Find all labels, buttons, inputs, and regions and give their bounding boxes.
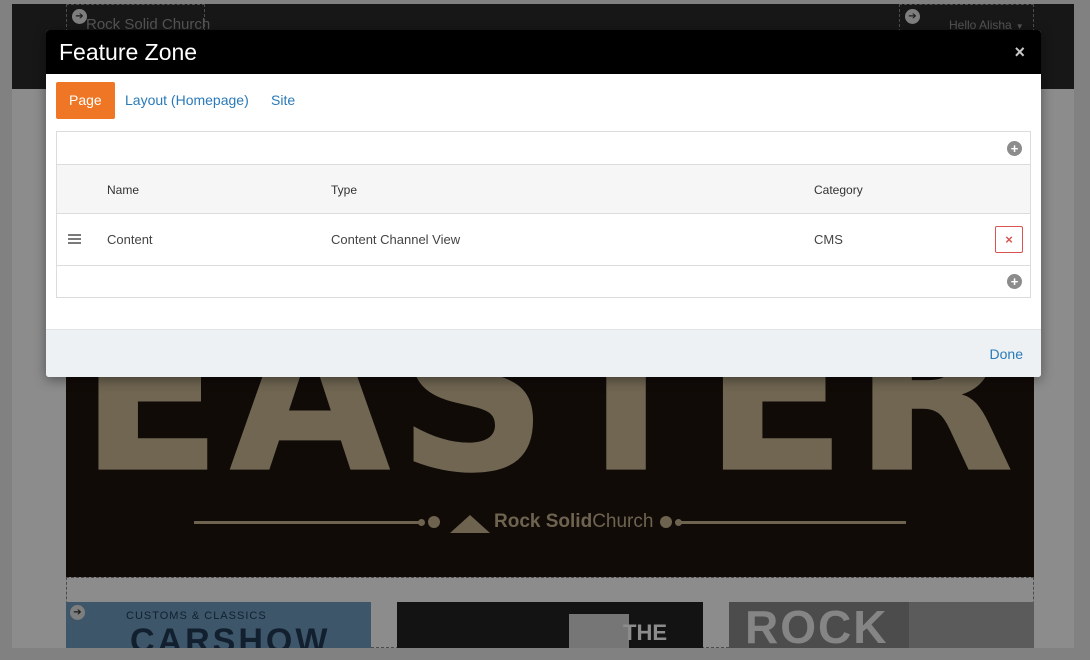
modal-title: Feature Zone: [59, 39, 198, 65]
delete-button[interactable]: ×: [995, 226, 1023, 253]
cell-category: CMS: [814, 232, 843, 247]
tab-page[interactable]: Page: [56, 82, 115, 119]
grid-footer: +: [57, 266, 1030, 297]
tab-layout[interactable]: Layout (Homepage): [125, 82, 249, 119]
drag-handle-icon[interactable]: [68, 234, 81, 244]
add-circle-icon[interactable]: +: [1007, 274, 1022, 289]
done-button[interactable]: Done: [990, 346, 1023, 362]
feature-zone-modal: Feature Zone × Page Layout (Homepage) Si…: [46, 30, 1041, 377]
column-header-name[interactable]: Name: [107, 183, 139, 197]
cell-type: Content Channel View: [331, 232, 461, 247]
modal-footer: Done: [46, 329, 1041, 377]
column-header-type[interactable]: Type: [331, 183, 357, 197]
blocks-grid: + Name Type Category Content Content Cha…: [56, 131, 1031, 298]
grid-toolbar: +: [57, 132, 1030, 165]
close-icon[interactable]: ×: [1014, 42, 1025, 62]
add-circle-icon[interactable]: +: [1007, 141, 1022, 156]
column-header-category[interactable]: Category: [814, 183, 863, 197]
cell-name: Content: [107, 232, 153, 247]
grid-header: Name Type Category: [57, 165, 1030, 214]
modal-header: Feature Zone ×: [46, 30, 1041, 74]
tab-site[interactable]: Site: [271, 82, 295, 119]
table-row[interactable]: Content Content Channel View CMS ×: [57, 214, 1030, 266]
